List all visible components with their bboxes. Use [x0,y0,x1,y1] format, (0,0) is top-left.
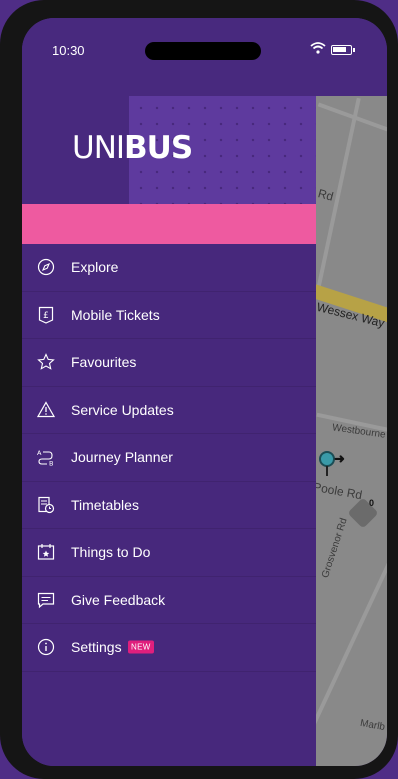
menu-item-service-updates[interactable]: Service Updates [22,387,316,434]
menu-label: Mobile Tickets [71,306,160,323]
status-time: 10:30 [52,43,85,58]
route-icon: AB [36,447,56,467]
menu-item-give-feedback[interactable]: Give Feedback [22,577,316,624]
feedback-icon [36,590,56,610]
menu-item-things-to-do[interactable]: Things to Do [22,529,316,577]
warning-icon [36,400,56,420]
compass-icon [36,257,56,277]
svg-text:B: B [49,460,53,467]
menu-item-journey-planner[interactable]: AB Journey Planner [22,434,316,482]
logo-bold-text: BUS [124,130,193,166]
menu-label: Things to Do [71,544,151,561]
screen: 10:30 Rd Wessex Way Westbourne Poole Rd [22,18,387,766]
new-badge: NEW [128,640,154,654]
calendar-icon [36,542,56,562]
navigation-drawer: UNI BUS Explore £ Mobile Tickets Favouri… [22,96,316,766]
map-label-poole: Poole Rd [316,479,364,503]
menu-label: Service Updates [71,401,174,418]
map-label-grosvenor: Grosvenor Rd [320,516,350,580]
accent-bar [22,204,316,244]
menu-label: Journey Planner [71,449,173,466]
info-icon [36,637,56,657]
arrow-right-icon: ➜ [334,451,345,466]
menu-label: Favourites [71,354,137,371]
map-view[interactable]: Rd Wessex Way Westbourne Poole Rd Grosve… [316,96,387,766]
svg-text:A: A [37,449,42,457]
wifi-icon [310,42,326,54]
menu-item-timetables[interactable]: Timetables [22,482,316,529]
menu-item-settings[interactable]: Settings NEW [22,624,316,672]
menu-label: Give Feedback [71,591,166,608]
svg-text:£: £ [43,311,49,321]
drawer-menu: Explore £ Mobile Tickets Favourites Serv… [22,244,316,672]
menu-item-mobile-tickets[interactable]: £ Mobile Tickets [22,292,316,339]
menu-label: Explore [71,259,119,276]
notch [145,42,261,60]
bike-count: 0 [369,498,375,508]
ticket-icon: £ [36,305,56,325]
phone-frame: 10:30 Rd Wessex Way Westbourne Poole Rd [0,0,398,779]
menu-label: Settings [71,639,122,656]
battery-icon [331,45,355,55]
menu-label: Timetables [71,496,139,513]
menu-item-favourites[interactable]: Favourites [22,339,316,387]
menu-item-explore[interactable]: Explore [22,244,316,292]
unibus-logo: UNI BUS [72,130,193,166]
timetable-icon [36,495,56,515]
star-icon [36,352,56,372]
bus-stop-icon[interactable] [319,451,335,467]
bus-stop-stem [326,466,328,476]
logo-light-text: UNI [72,130,125,166]
status-bar: 10:30 [22,18,387,96]
map-label-marlb: Marlb [359,717,386,734]
map-label-rd: Rd [316,186,335,204]
drawer-header: UNI BUS [22,96,316,204]
